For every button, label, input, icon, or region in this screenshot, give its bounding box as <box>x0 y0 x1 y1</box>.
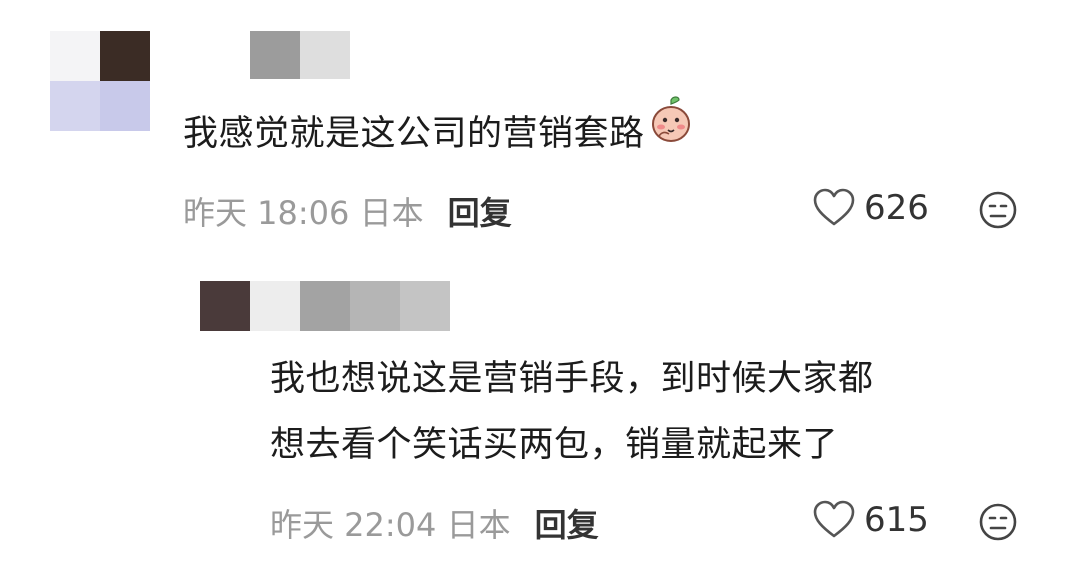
heart-outline-icon <box>813 188 855 226</box>
peach-face-emoji-icon <box>649 96 693 166</box>
reply-button[interactable]: 回复 <box>535 506 599 544</box>
like-button[interactable]: 626 <box>812 188 929 228</box>
comment-body: 我感觉就是这公司的营销套路 <box>183 114 645 154</box>
reply-line-2: 想去看个笑话买两包，销量就起来了 <box>270 425 839 465</box>
like-count: 615 <box>864 500 929 540</box>
comment-meta: 昨天 18:06 日本 回复 <box>183 188 512 234</box>
reply-line-1: 我也想说这是营销手段，到时候大家都 <box>270 359 874 399</box>
reply-username-redacted[interactable] <box>300 281 450 331</box>
dislike-button[interactable] <box>978 502 1018 542</box>
heart-outline-icon <box>813 500 855 538</box>
comment-text: 我感觉就是这公司的营销套路 <box>183 96 693 170</box>
like-button[interactable]: 615 <box>812 500 929 540</box>
reply-timestamp: 昨天 22:04 日本 <box>270 506 511 544</box>
reply-button[interactable]: 回复 <box>448 194 512 232</box>
dislike-button[interactable] <box>978 190 1018 230</box>
neutral-face-icon <box>979 503 1017 541</box>
reply-meta: 昨天 22:04 日本 回复 <box>270 500 599 546</box>
commenter-username-redacted[interactable] <box>250 31 350 79</box>
like-count: 626 <box>864 188 929 228</box>
reply-avatar[interactable] <box>200 281 300 331</box>
commenter-avatar[interactable] <box>50 31 150 131</box>
reply-text: 我也想说这是营销手段，到时候大家都 想去看个笑话买两包，销量就起来了 <box>270 346 874 478</box>
neutral-face-icon <box>979 191 1017 229</box>
comment-timestamp: 昨天 18:06 日本 <box>183 194 424 232</box>
